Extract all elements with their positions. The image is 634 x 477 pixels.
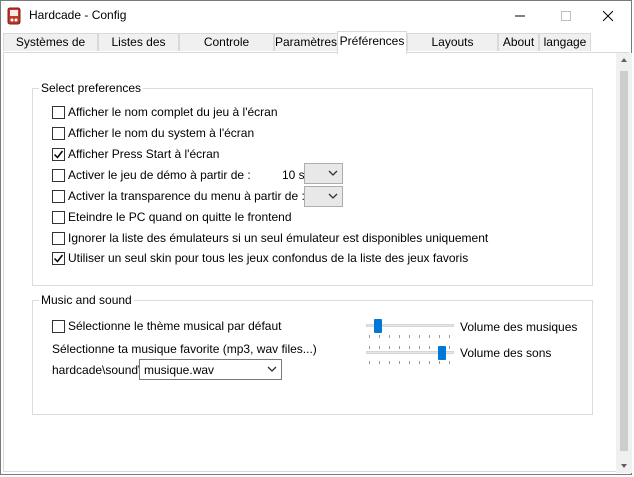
- checkbox-show-system-name[interactable]: [52, 127, 65, 140]
- label-ignore-emulator-list: Ignorer la liste des émulateurs si un se…: [68, 231, 489, 245]
- transparency-delay-select[interactable]: [304, 186, 343, 207]
- window-title: Hardcade - Config: [29, 8, 127, 22]
- close-button[interactable]: [585, 1, 631, 31]
- checkbox-enable-demo[interactable]: [52, 169, 65, 182]
- maximize-icon: [561, 11, 571, 21]
- tab-systemes-de-jeux[interactable]: Systèmes de jeux: [3, 33, 98, 66]
- close-icon: [603, 11, 613, 21]
- sound-path-prefix: hardcade\sound\: [52, 363, 142, 377]
- chevron-down-icon: [328, 170, 338, 176]
- label-shutdown-pc: Eteindre le PC quand on quitte le fronte…: [68, 210, 292, 224]
- checkbox-show-full-game-name[interactable]: [52, 106, 65, 119]
- title-bar[interactable]: Hardcade - Config: [1, 1, 631, 31]
- sound-volume-ticks-bottom: [369, 361, 450, 364]
- tab-preferences[interactable]: Préférences: [337, 31, 407, 54]
- music-and-sound-legend: Music and sound: [39, 293, 134, 307]
- music-volume-label: Volume des musiques: [460, 320, 578, 334]
- checkmark-icon: [53, 150, 64, 159]
- checkbox-shutdown-pc[interactable]: [52, 211, 65, 224]
- tab-about[interactable]: About: [498, 33, 539, 51]
- label-show-system-name: Afficher le nom du system à l'écran: [68, 126, 255, 140]
- label-single-skin-favorites: Utiliser un seul skin pour tous les jeux…: [68, 251, 469, 265]
- chevron-down-icon: [328, 193, 338, 199]
- label-default-music-theme: Sélectionne le thème musical par défaut: [68, 319, 282, 333]
- music-volume-ticks: [369, 335, 450, 338]
- sound-volume-thumb[interactable]: [438, 346, 446, 360]
- maximize-button[interactable]: [543, 1, 589, 31]
- checkbox-default-music-theme[interactable]: [52, 320, 65, 333]
- tab-parametres[interactable]: Paramètres: [274, 33, 338, 51]
- checkbox-show-press-start[interactable]: [52, 148, 65, 161]
- tab-bar: Systèmes de jeux Listes des jeux Control…: [1, 31, 631, 66]
- demo-delay-select[interactable]: [304, 163, 343, 184]
- app-icon: [7, 7, 21, 25]
- label-menu-transparency: Activer la transparence du menu à partir…: [68, 189, 335, 203]
- tab-langage[interactable]: langage: [539, 33, 591, 51]
- config-window: Hardcade - Config Systèmes de jeux Liste…: [0, 0, 632, 475]
- minimize-icon: [515, 15, 525, 17]
- music-file-value: musique.wav: [144, 363, 215, 377]
- tab-controle-interface[interactable]: Controle interface: [179, 33, 274, 66]
- label-show-press-start: Afficher Press Start à l'écran: [68, 147, 220, 161]
- sound-volume-label: Volume des sons: [460, 346, 552, 360]
- vertical-scrollbar[interactable]: [616, 53, 632, 473]
- tab-listes-des-jeux[interactable]: Listes des jeux: [98, 33, 179, 66]
- label-enable-demo: Activer le jeu de démo à partir de :: [68, 168, 251, 182]
- checkmark-icon: [53, 254, 64, 263]
- music-volume-thumb[interactable]: [374, 319, 382, 333]
- label-show-full-game-name: Afficher le nom complet du jeu à l'écran: [68, 105, 278, 119]
- select-preferences-legend: Select preferences: [39, 81, 144, 95]
- tab-layouts-chemins[interactable]: Layouts chemins: [407, 33, 498, 66]
- label-favorite-music: Sélectionne ta musique favorite (mp3, wa…: [52, 342, 317, 356]
- minimize-button[interactable]: [497, 1, 543, 31]
- checkbox-menu-transparency[interactable]: [52, 190, 65, 203]
- chevron-down-icon: [267, 366, 277, 372]
- music-file-select[interactable]: musique.wav: [139, 359, 282, 380]
- checkbox-single-skin-favorites[interactable]: [52, 252, 65, 265]
- scroll-thumb[interactable]: [620, 71, 628, 451]
- checkbox-ignore-emulator-list[interactable]: [52, 232, 65, 245]
